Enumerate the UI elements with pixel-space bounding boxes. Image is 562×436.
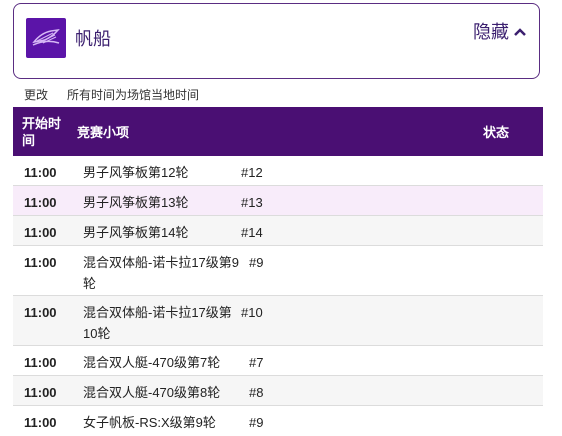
hide-toggle-label: 隐藏 <box>473 22 509 42</box>
row-event: 男子风筝板第12轮 <box>83 165 189 180</box>
row-event: 混合双人艇-470级第8轮 <box>83 385 221 400</box>
table-header: 开始时间 竞赛小项 状态 <box>13 107 543 156</box>
row-time: 11:00 <box>24 165 57 180</box>
row-time: 11:00 <box>24 225 57 240</box>
table-row[interactable]: 11:00 男子风筝板第12轮 #12 <box>13 156 543 186</box>
row-number: #13 <box>241 195 263 210</box>
row-time: 11:00 <box>24 195 57 210</box>
row-number: #10 <box>241 305 263 320</box>
row-event: 男子风筝板第14轮 <box>83 225 189 240</box>
schedule-meta: 更改 所有时间为场馆当地时间 <box>24 88 199 102</box>
table-row[interactable]: 11:00 混合双人艇-470级第8轮 #8 <box>13 376 543 406</box>
row-event: 混合双人艇-470级第7轮 <box>83 355 221 370</box>
row-time: 11:00 <box>24 305 57 320</box>
sport-card: 帆船 隐藏 <box>13 3 540 79</box>
row-event: 混合双体船-诺卡拉17级第9轮 <box>83 255 240 291</box>
header-status: 状态 <box>483 125 510 140</box>
sport-title: 帆船 <box>75 29 111 49</box>
row-time: 11:00 <box>24 255 57 270</box>
row-event: 男子风筝板第13轮 <box>83 195 189 210</box>
row-number: #9 <box>249 415 264 430</box>
row-number: #7 <box>249 355 264 370</box>
row-event: 混合双体船-诺卡拉17级第10轮 <box>83 305 232 341</box>
header-event: 竞赛小项 <box>77 125 130 140</box>
table-row[interactable]: 11:00 混合双体船-诺卡拉17级第9轮 #9 <box>13 246 543 296</box>
hide-toggle-button[interactable]: 隐藏 <box>473 21 527 43</box>
table-row[interactable]: 11:00 混合双人艇-470级第7轮 #7 <box>13 346 543 376</box>
row-time: 11:00 <box>24 385 57 400</box>
row-number: #12 <box>241 165 263 180</box>
table-row[interactable]: 11:00 男子风筝板第13轮 #13 <box>13 186 543 216</box>
update-link[interactable]: 更改 <box>24 88 48 102</box>
row-number: #8 <box>249 385 264 400</box>
schedule-table: 开始时间 竞赛小项 状态 11:00 男子风筝板第12轮 #12 11:00 男… <box>13 107 543 436</box>
timezone-note: 所有时间为场馆当地时间 <box>67 88 200 102</box>
table-row[interactable]: 11:00 女子帆板-RS:X级第9轮 #9 <box>13 406 543 436</box>
row-event: 女子帆板-RS:X级第9轮 <box>83 415 216 430</box>
chevron-up-icon <box>514 28 526 36</box>
header-start-time: 开始时间 <box>22 115 62 148</box>
sailing-icon <box>26 18 66 58</box>
row-number: #14 <box>241 225 263 240</box>
row-time: 11:00 <box>24 355 57 370</box>
row-number: #9 <box>249 255 264 270</box>
table-row[interactable]: 11:00 男子风筝板第14轮 #14 <box>13 216 543 246</box>
row-time: 11:00 <box>24 415 57 430</box>
table-row[interactable]: 11:00 混合双体船-诺卡拉17级第10轮 #10 <box>13 296 543 346</box>
